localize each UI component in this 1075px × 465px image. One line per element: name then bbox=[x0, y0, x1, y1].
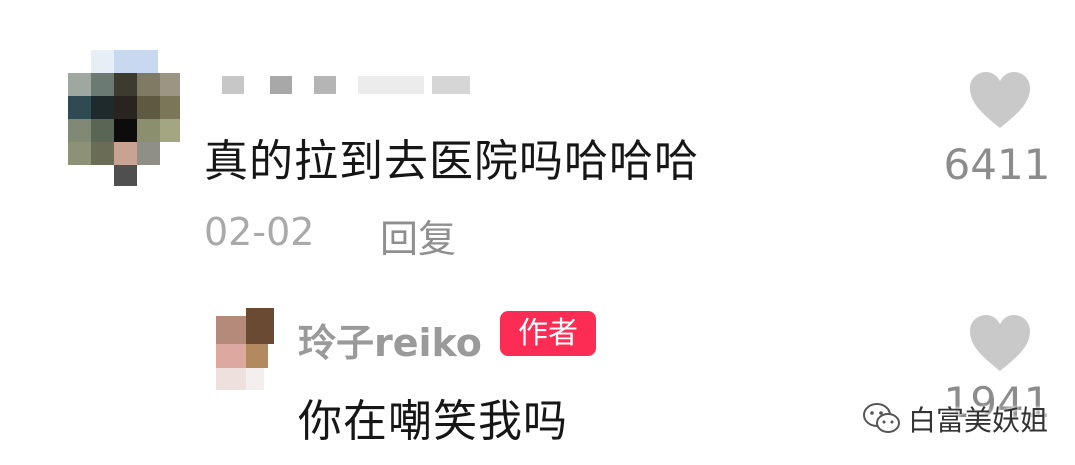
author-username[interactable]: 玲子reiko bbox=[298, 312, 482, 367]
heart-icon[interactable] bbox=[968, 313, 1032, 373]
reply-text: 你在嘲笑我吗 bbox=[298, 396, 568, 447]
heart-icon[interactable] bbox=[968, 70, 1032, 130]
watermark-text: 白富美妖姐 bbox=[908, 404, 1049, 437]
comment-date: 02-02 bbox=[204, 210, 315, 254]
like-count: 6411 bbox=[943, 140, 1051, 189]
reply-button[interactable]: 回复 bbox=[380, 208, 456, 263]
wechat-icon bbox=[863, 403, 900, 433]
author-avatar[interactable] bbox=[216, 308, 274, 390]
watermark: 白富美妖姐 bbox=[862, 396, 1048, 442]
author-badge: 作者 bbox=[500, 311, 596, 356]
commenter-avatar[interactable] bbox=[68, 50, 180, 186]
comment-text: 真的拉到去医院吗哈哈哈 bbox=[204, 136, 699, 187]
